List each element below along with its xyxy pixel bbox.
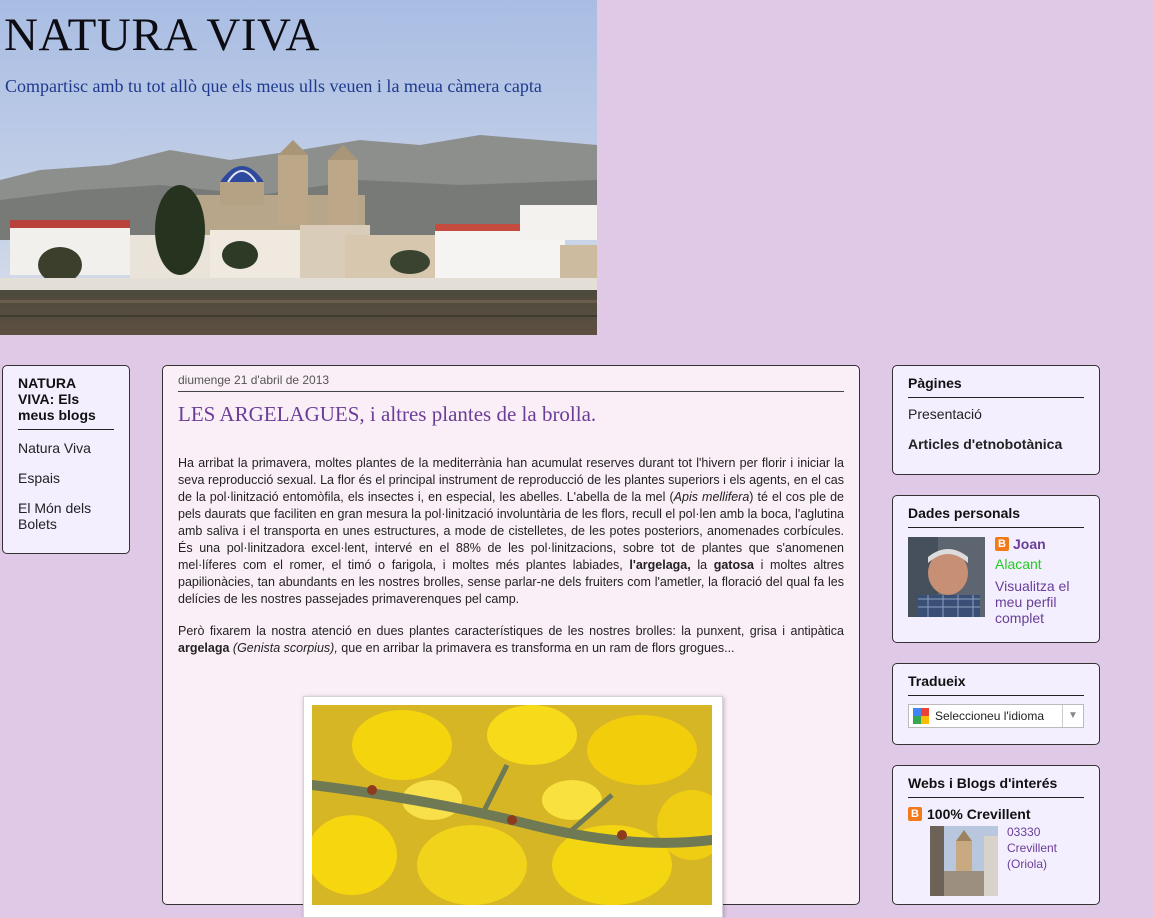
- profile-name-text[interactable]: Joan: [1013, 536, 1046, 552]
- blog-header: NATURA VIVA Compartisc amb tu tot allò q…: [0, 0, 597, 335]
- google-translate-icon: [913, 708, 929, 724]
- widget-title: Dades personals: [908, 505, 1084, 528]
- view-profile-link[interactable]: Visualitza el meu perfil complet: [995, 578, 1090, 626]
- web-item-thumbnail[interactable]: [930, 826, 998, 896]
- page-link-presentacio[interactable]: Presentació: [908, 406, 1084, 422]
- webs-blogs-widget: Webs i Blogs d'interés B 100% Crevillent…: [892, 765, 1100, 905]
- profile-location: Alacant: [995, 556, 1042, 572]
- post-title[interactable]: LES ARGELAGUES, i altres plantes de la b…: [178, 402, 844, 427]
- web-item-title-text[interactable]: 100% Crevillent: [927, 806, 1031, 822]
- widget-title: NATURA VIVA: Els meus blogs: [18, 375, 114, 430]
- blog-description: Compartisc amb tu tot allò que els meus …: [5, 76, 542, 96]
- blog-link-bolets[interactable]: El Món dels Bolets: [18, 500, 114, 532]
- post-paragraph: Però fixarem la nostra atenció en dues p…: [178, 624, 844, 655]
- yellow-flowers-photo: [312, 705, 712, 905]
- web-item-snippet[interactable]: 03330 Crevillent (Oriola): [1007, 824, 1087, 872]
- widget-title: Pàgines: [908, 375, 1084, 398]
- profile-name[interactable]: B Joan: [995, 536, 1090, 552]
- blogs-list-widget: NATURA VIVA: Els meus blogs Natura Viva …: [2, 365, 130, 554]
- profile-info: B Joan Alacant Visualitza el meu perfil …: [995, 536, 1090, 626]
- language-select-value: Seleccioneu l'idioma: [935, 709, 1045, 723]
- post-container: diumenge 21 d'abril de 2013 LES ARGELAGU…: [162, 365, 860, 918]
- post-paragraph: Ha arribat la primavera, moltes plantes …: [178, 456, 844, 606]
- chevron-down-icon[interactable]: ▼: [1062, 705, 1083, 727]
- page-link-articles[interactable]: Articles d'etnobotànica: [908, 436, 1084, 452]
- language-select[interactable]: Seleccioneu l'idioma ▼: [908, 704, 1084, 728]
- pages-widget: Pàgines Presentació Articles d'etnobotàn…: [892, 365, 1100, 475]
- blog-title[interactable]: NATURA VIVA: [4, 8, 320, 62]
- post-image-frame[interactable]: [303, 696, 723, 918]
- avatar[interactable]: [908, 537, 985, 617]
- blogger-icon: B: [908, 807, 922, 821]
- post-date: diumenge 21 d'abril de 2013: [178, 373, 844, 392]
- blogger-icon: B: [995, 537, 1009, 551]
- web-item-title[interactable]: B 100% Crevillent: [908, 806, 1084, 822]
- blog-link-espais[interactable]: Espais: [18, 470, 114, 486]
- post-body: Ha arribat la primavera, moltes plantes …: [178, 455, 844, 657]
- translate-widget: Tradueix Seleccioneu l'idioma ▼: [892, 663, 1100, 745]
- profile-widget: Dades personals B Joan Alacant Visualitz…: [892, 495, 1100, 643]
- widget-title: Tradueix: [908, 673, 1084, 696]
- widget-title: Webs i Blogs d'interés: [908, 775, 1084, 798]
- blog-link-natura-viva[interactable]: Natura Viva: [18, 440, 114, 456]
